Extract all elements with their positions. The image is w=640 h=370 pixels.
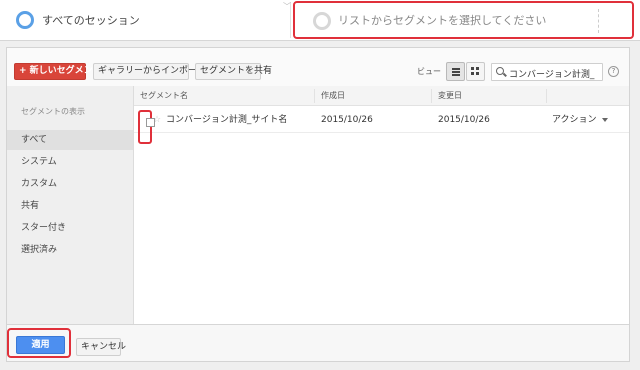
sidebar-item-starred[interactable]: スター付き <box>7 218 133 238</box>
dashed-divider <box>598 9 599 33</box>
list-view-icon <box>452 68 460 76</box>
search-icon <box>496 67 504 75</box>
segment-slot-2-placeholder: リストからセグメントを選択してください <box>338 14 547 27</box>
actions-dropdown[interactable]: アクション <box>552 107 608 133</box>
column-divider <box>546 89 547 103</box>
segment-filter-sidebar: セグメントの表示 すべて システム カスタム 共有 スター付き 選択済み <box>7 86 134 324</box>
view-label: ビュー <box>417 67 441 76</box>
apply-highlight: 適用 <box>7 328 71 358</box>
table-header: セグメント名 作成日 変更日 <box>134 86 629 106</box>
segment-table: セグメント名 作成日 変更日 ☆ コンバージョン計測_サイト名 2015/10/… <box>134 86 629 324</box>
table-row[interactable]: ☆ コンバージョン計測_サイト名 2015/10/26 2015/10/26 ア… <box>134 107 629 133</box>
segment-panel: + 新しいセグメント ギャラリーからインポート セグメントを共有 ビュー コンバ… <box>6 47 630 362</box>
sidebar-item-shared[interactable]: 共有 <box>7 196 133 216</box>
grid-view-button[interactable] <box>466 62 485 81</box>
checkbox-highlight <box>138 110 155 144</box>
caret-down-icon <box>601 117 608 122</box>
sidebar-heading: セグメントの表示 <box>21 107 85 116</box>
column-divider <box>431 89 432 103</box>
modified-date-cell: 2015/10/26 <box>438 115 490 125</box>
new-segment-button[interactable]: + 新しいセグメント <box>14 63 102 80</box>
column-header-created[interactable]: 作成日 <box>321 86 345 106</box>
segment-slot-2-highlight[interactable]: リストからセグメントを選択してください <box>293 1 634 39</box>
segment-picker-page: すべてのセッション ﹀ リストからセグメントを選択してください + 新しいセグメ… <box>0 0 640 370</box>
sidebar-item-system[interactable]: システム <box>7 152 133 172</box>
row-checkbox[interactable] <box>146 118 155 127</box>
chevron-down-icon: ﹀ <box>283 2 291 11</box>
sidebar-item-all[interactable]: すべて <box>7 130 133 150</box>
import-from-gallery-button[interactable]: ギャラリーからインポート <box>93 63 206 80</box>
empty-segment-ring-icon <box>313 12 331 30</box>
segment-search-input[interactable]: コンバージョン計測_ <box>491 63 603 81</box>
segment-ring-icon <box>16 11 34 29</box>
segment-slots-bar: すべてのセッション ﹀ リストからセグメントを選択してください <box>0 0 640 41</box>
column-header-segment-name[interactable]: セグメント名 <box>140 86 188 106</box>
search-input-value: コンバージョン計測_ <box>509 70 595 80</box>
help-icon[interactable]: ? <box>608 66 619 77</box>
list-view-button[interactable] <box>446 62 465 81</box>
panel-footer: 適用 キャンセル <box>7 324 629 361</box>
segment-name-cell: コンバージョン計測_サイト名 <box>166 115 288 125</box>
column-divider <box>314 89 315 103</box>
created-date-cell: 2015/10/26 <box>321 115 373 125</box>
sidebar-item-custom[interactable]: カスタム <box>7 174 133 194</box>
toolbar: + 新しいセグメント ギャラリーからインポート セグメントを共有 ビュー コンバ… <box>7 48 629 86</box>
apply-button[interactable]: 適用 <box>16 336 65 354</box>
sidebar-item-selected[interactable]: 選択済み <box>7 240 133 260</box>
cancel-button[interactable]: キャンセル <box>76 338 126 356</box>
actions-dropdown-label: アクション <box>552 115 597 125</box>
column-header-modified[interactable]: 変更日 <box>438 86 462 106</box>
share-segment-button[interactable]: セグメントを共有 <box>195 63 272 80</box>
segment-slot-1-label[interactable]: すべてのセッション <box>42 14 140 28</box>
